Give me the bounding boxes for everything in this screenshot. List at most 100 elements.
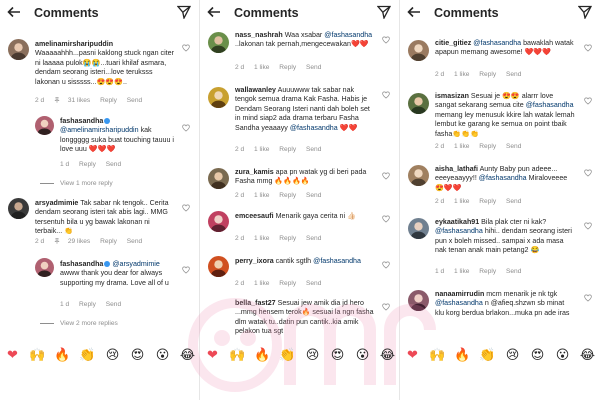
emoji-reaction-button[interactable]: 🙌: [225, 348, 250, 363]
view-more-replies[interactable]: View 1 more reply: [40, 180, 113, 187]
send-button[interactable]: Send: [306, 235, 321, 242]
emoji-reaction-button[interactable]: ❤: [200, 348, 225, 363]
send-button[interactable]: Send: [106, 161, 121, 168]
send-button[interactable]: Send: [306, 146, 321, 153]
emoji-reaction-button[interactable]: 😂: [575, 348, 600, 363]
like-heart-icon[interactable]: [182, 204, 190, 212]
comment-username[interactable]: citie_gitiez: [435, 39, 471, 47]
send-button[interactable]: Send: [306, 64, 321, 71]
comment-username[interactable]: fashasandha: [60, 117, 103, 125]
avatar[interactable]: [208, 87, 229, 108]
emoji-reaction-button[interactable]: 😮: [550, 348, 575, 363]
like-heart-icon[interactable]: [182, 44, 190, 52]
send-button[interactable]: Send: [506, 198, 521, 205]
reply-button[interactable]: Reply: [100, 97, 117, 104]
emoji-reaction-button[interactable]: 😍: [525, 348, 550, 363]
comment-username[interactable]: zura_kamis: [235, 168, 274, 176]
direct-send-icon[interactable]: [578, 5, 592, 19]
send-button[interactable]: Send: [306, 192, 321, 199]
direct-send-icon[interactable]: [377, 5, 391, 19]
avatar[interactable]: [35, 116, 54, 135]
mention-link[interactable]: @amelinamirsharipuddin: [60, 126, 139, 134]
like-heart-icon[interactable]: [584, 169, 592, 177]
comment-username[interactable]: bella_fast27: [235, 299, 276, 307]
comment-username[interactable]: perry_ixora: [235, 257, 274, 265]
emoji-reaction-button[interactable]: 😢: [500, 348, 525, 363]
comment-username[interactable]: eykaatikah91: [435, 218, 479, 226]
like-heart-icon[interactable]: [382, 261, 390, 269]
send-button[interactable]: Send: [127, 238, 142, 245]
emoji-reaction-button[interactable]: 👏: [75, 348, 100, 363]
reply-button[interactable]: Reply: [279, 280, 296, 287]
likes-count[interactable]: 1 like: [454, 268, 469, 275]
likes-count[interactable]: 1 like: [254, 235, 269, 242]
emoji-reaction-button[interactable]: 🙌: [425, 348, 450, 363]
direct-send-icon[interactable]: [177, 5, 191, 19]
like-heart-icon[interactable]: [382, 91, 390, 99]
like-heart-icon[interactable]: [382, 36, 390, 44]
emoji-reaction-button[interactable]: 🙌: [25, 348, 50, 363]
send-button[interactable]: Send: [506, 268, 521, 275]
mention-link[interactable]: @fashasandha: [435, 299, 483, 307]
avatar[interactable]: [208, 168, 229, 189]
emoji-reaction-button[interactable]: 🔥: [50, 348, 75, 363]
emoji-reaction-button[interactable]: 🔥: [450, 348, 475, 363]
reply-button[interactable]: Reply: [279, 64, 296, 71]
likes-count[interactable]: 31 likes: [68, 97, 90, 104]
mention-link[interactable]: @fashasandha: [324, 31, 372, 39]
mention-link[interactable]: @fashasandha: [479, 174, 527, 182]
avatar[interactable]: [408, 40, 429, 61]
likes-count[interactable]: 1 like: [254, 64, 269, 71]
send-button[interactable]: Send: [106, 301, 121, 308]
back-arrow-icon[interactable]: [206, 4, 222, 20]
comment-username[interactable]: aisha_lathafi: [435, 165, 478, 173]
reply-button[interactable]: Reply: [279, 235, 296, 242]
mention-link[interactable]: @fashasandha: [313, 257, 361, 265]
send-button[interactable]: Send: [127, 97, 142, 104]
reply-button[interactable]: Reply: [479, 198, 496, 205]
avatar[interactable]: [8, 39, 29, 60]
likes-count[interactable]: 1 like: [254, 146, 269, 153]
like-heart-icon[interactable]: [182, 266, 190, 274]
like-heart-icon[interactable]: [584, 222, 592, 230]
comment-username[interactable]: ismasizan: [435, 92, 469, 100]
reply-button[interactable]: Reply: [479, 143, 496, 150]
likes-count[interactable]: 1 like: [454, 198, 469, 205]
avatar[interactable]: [35, 258, 54, 277]
reply-button[interactable]: Reply: [279, 146, 296, 153]
like-heart-icon[interactable]: [182, 124, 190, 132]
likes-count[interactable]: 1 like: [254, 192, 269, 199]
comment-username[interactable]: nanaamirrudin: [435, 290, 484, 298]
mention-link[interactable]: @fashasandha: [290, 124, 338, 132]
reply-button[interactable]: Reply: [100, 238, 117, 245]
send-button[interactable]: Send: [506, 143, 521, 150]
like-heart-icon[interactable]: [382, 215, 390, 223]
back-arrow-icon[interactable]: [6, 4, 22, 20]
mention-link[interactable]: @fashasandha: [435, 227, 483, 235]
back-arrow-icon[interactable]: [406, 4, 422, 20]
likes-count[interactable]: 1 like: [254, 280, 269, 287]
emoji-reaction-button[interactable]: 👏: [475, 348, 500, 363]
reply-button[interactable]: Reply: [279, 192, 296, 199]
comment-username[interactable]: fashasandha: [60, 260, 103, 268]
send-button[interactable]: Send: [506, 71, 521, 78]
view-more-replies[interactable]: View 2 more replies: [40, 320, 118, 327]
avatar[interactable]: [408, 165, 429, 186]
emoji-reaction-button[interactable]: 😢: [300, 348, 325, 363]
like-heart-icon[interactable]: [584, 44, 592, 52]
reply-button[interactable]: Reply: [479, 71, 496, 78]
reply-button[interactable]: Reply: [79, 301, 96, 308]
avatar[interactable]: [208, 32, 229, 53]
avatar[interactable]: [408, 290, 429, 311]
like-heart-icon[interactable]: [382, 172, 390, 180]
emoji-reaction-button[interactable]: 😢: [100, 348, 125, 363]
emoji-reaction-button[interactable]: 😂: [375, 348, 400, 363]
like-heart-icon[interactable]: [584, 97, 592, 105]
like-heart-icon[interactable]: [382, 303, 390, 311]
likes-count[interactable]: 1 like: [454, 71, 469, 78]
mention-link[interactable]: @arsyadmimie: [112, 260, 159, 268]
avatar[interactable]: [208, 211, 229, 232]
avatar[interactable]: [408, 218, 429, 239]
emoji-reaction-button[interactable]: 👏: [275, 348, 300, 363]
send-button[interactable]: Send: [306, 280, 321, 287]
